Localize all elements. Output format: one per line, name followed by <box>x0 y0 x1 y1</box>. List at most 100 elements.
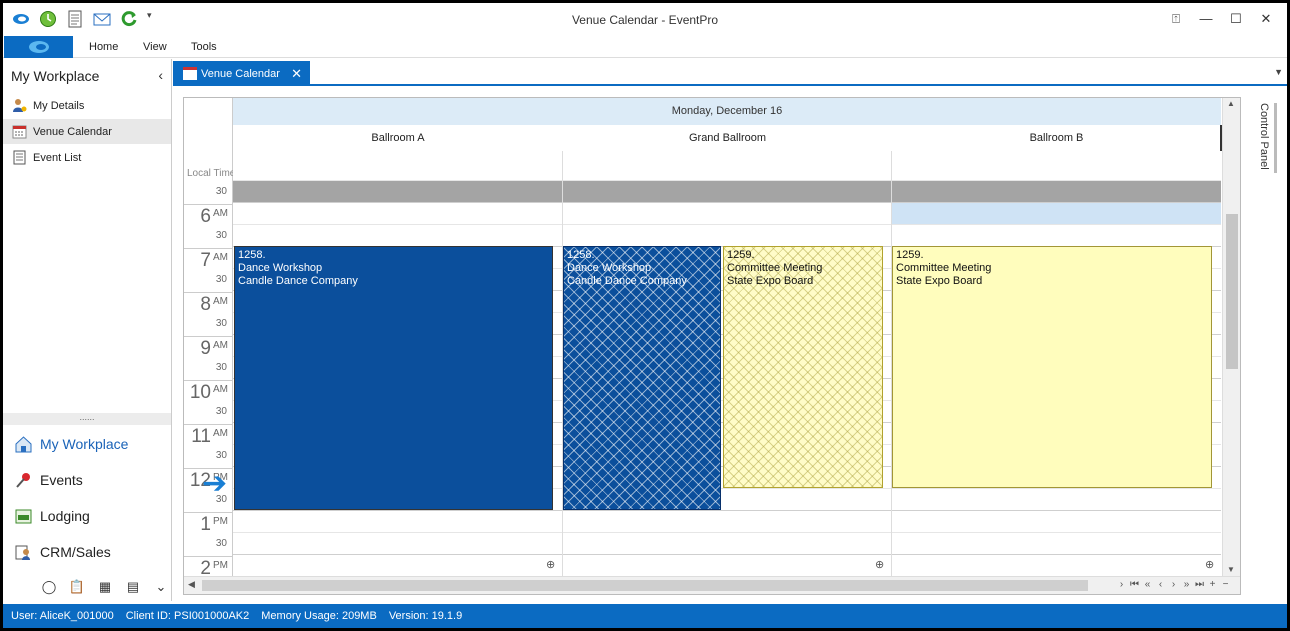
horizontal-scrollbar[interactable]: ◀ › ⏮ « ‹ › » ⏭ + − <box>184 576 1240 594</box>
selected-time-slot[interactable] <box>892 202 1221 224</box>
nav-item-my-details[interactable]: My Details <box>3 93 171 118</box>
resource-navigator: › ⏮ « ‹ › » ⏭ + − <box>1115 579 1232 590</box>
home-icon <box>15 435 32 453</box>
nav-section-label: CRM/Sales <box>40 544 111 560</box>
hour-separator <box>184 336 232 337</box>
hour-separator <box>184 424 232 425</box>
hour-separator <box>184 204 232 205</box>
scroll-right-arrow-icon[interactable]: › <box>1115 579 1128 590</box>
nav-section-my-workplace[interactable]: My Workplace <box>3 430 171 458</box>
appointment-client: Candle Dance Company <box>567 275 687 287</box>
decrease-resources-icon[interactable]: − <box>1219 579 1232 590</box>
status-client-id: Client ID: PSI001000AK2 <box>125 610 250 622</box>
scroll-down-icon[interactable]: ⊕ <box>875 558 884 571</box>
hour-separator <box>184 248 232 249</box>
next-resource-icon[interactable]: › <box>1167 579 1180 590</box>
hour-label: 9 <box>200 338 211 359</box>
close-tab-icon[interactable]: ✕ <box>291 66 302 82</box>
appointment-title: Dance Workshop <box>567 262 652 274</box>
grid-line <box>233 224 1221 225</box>
notes-icon[interactable]: ▤ <box>119 579 147 595</box>
previous-resource-icon[interactable]: ‹ <box>1154 579 1167 590</box>
hour-label: 6 <box>200 206 211 227</box>
clipboard-check-icon[interactable]: 📋 <box>63 579 91 595</box>
appointment-client: State Expo Board <box>896 275 983 287</box>
appointment-1259-grand-ballroom[interactable]: 1259. Committee Meeting State Expo Board <box>723 246 883 488</box>
navigation-pane: My Workplace ‹ My Details Venue Calendar… <box>3 59 172 601</box>
am-pm-label: AM <box>213 428 228 439</box>
status-memory: Memory Usage: 209MB <box>261 610 377 622</box>
scroll-up-arrow-icon[interactable]: ▲ <box>1227 99 1235 108</box>
status-bar: User: AliceK_001000 Client ID: PSI001000… <box>3 604 1287 628</box>
nav-section-crm-sales[interactable]: CRM/Sales <box>3 538 171 566</box>
previous-page-icon[interactable]: « <box>1141 579 1154 590</box>
close-button[interactable]: ✕ <box>1251 11 1281 27</box>
half-hour-label: 30 <box>215 318 227 329</box>
half-hour-label: 30 <box>215 538 227 549</box>
tab-tools[interactable]: Tools <box>191 41 217 53</box>
vertical-scroll-thumb[interactable] <box>1226 214 1238 369</box>
nav-item-venue-calendar[interactable]: Venue Calendar <box>3 119 171 144</box>
resource-header-ballroom-a[interactable]: Ballroom A <box>233 125 563 151</box>
resource-header-grand-ballroom[interactable]: Grand Ballroom <box>563 125 892 151</box>
am-pm-label: PM <box>213 516 228 527</box>
hour-separator <box>184 512 232 513</box>
status-user: User: AliceK_001000 <box>11 610 114 622</box>
grid-line <box>233 202 1221 203</box>
tab-home[interactable]: Home <box>89 41 118 53</box>
grid-line <box>233 180 1221 181</box>
schedule-grid[interactable]: 1258. Dance Workshop Candle Dance Compan… <box>233 151 1221 576</box>
window-controls: ⍐ — ☐ ✕ <box>1161 11 1281 27</box>
am-pm-label: AM <box>213 384 228 395</box>
vertical-scrollbar[interactable]: ▲ ▼ <box>1222 98 1240 576</box>
horizontal-scroll-thumb[interactable] <box>202 580 1088 591</box>
am-pm-label: AM <box>213 208 228 219</box>
ribbon-tabs: Home View Tools <box>3 36 1287 58</box>
chevron-down-icon[interactable]: ⌄ <box>147 579 175 595</box>
collapse-nav-icon[interactable]: ‹ <box>158 67 163 83</box>
appointment-1258-ballroom-a[interactable]: 1258. Dance Workshop Candle Dance Compan… <box>234 246 553 510</box>
nav-section-events[interactable]: Events <box>3 466 171 494</box>
tab-venue-calendar[interactable]: Venue Calendar ✕ <box>173 61 310 86</box>
application-menu-button[interactable] <box>4 36 73 58</box>
scroll-left-arrow-icon[interactable]: ◀ <box>188 579 195 590</box>
resource-header-ballroom-b[interactable]: Ballroom B <box>892 125 1221 151</box>
increase-resources-icon[interactable]: + <box>1206 579 1219 590</box>
lodging-icon <box>15 508 32 525</box>
half-hour-label: 30 <box>215 230 227 241</box>
nav-splitter[interactable]: ...... <box>3 413 171 425</box>
eventpro-app-icon <box>29 41 49 53</box>
nav-footer-toolbar: ◯ 📋 ▦ ▤ ⌄ <box>35 579 175 595</box>
grid-line <box>233 532 1221 533</box>
hour-label: 8 <box>200 294 211 315</box>
appointment-1258-grand-ballroom[interactable]: 1258. Dance Workshop Candle Dance Compan… <box>563 246 721 510</box>
control-panel-grip[interactable] <box>1274 103 1277 173</box>
scroll-down-arrow-icon[interactable]: ▼ <box>1227 565 1235 574</box>
nav-item-label: Event List <box>33 151 82 164</box>
appointment-1259-ballroom-b[interactable]: 1259. Committee Meeting State Expo Board <box>892 246 1212 488</box>
next-page-icon[interactable]: » <box>1180 579 1193 590</box>
scroll-down-icon[interactable]: ⊕ <box>1205 558 1214 571</box>
nav-section-label: Events <box>40 472 83 488</box>
nav-section-lodging[interactable]: Lodging <box>3 502 171 530</box>
nav-item-event-list[interactable]: Event List <box>3 145 171 170</box>
hour-label: 1 <box>200 514 211 535</box>
hour-label: 10 <box>189 382 211 403</box>
calendar-icon <box>12 124 27 139</box>
tab-list-dropdown-icon[interactable]: ▼ <box>1274 67 1283 77</box>
chat-icon[interactable]: ◯ <box>35 579 63 595</box>
half-hour-label: 30 <box>215 450 227 461</box>
last-resource-icon[interactable]: ⏭ <box>1193 579 1206 590</box>
first-resource-icon[interactable]: ⏮ <box>1128 579 1141 590</box>
minimize-button[interactable]: — <box>1191 11 1221 27</box>
half-hour-label: 30 <box>215 274 227 285</box>
appointment-id: 1258. <box>567 249 595 261</box>
scroll-down-icon[interactable]: ⊕ <box>546 558 555 571</box>
tab-view[interactable]: View <box>143 41 167 53</box>
half-hour-label: 30 <box>215 362 227 373</box>
calculator-icon[interactable]: ▦ <box>91 579 119 595</box>
user-icon <box>12 98 27 113</box>
control-panel-tab[interactable]: Control Panel <box>1254 103 1270 223</box>
restore-ribbon-icon[interactable]: ⍐ <box>1161 11 1191 27</box>
maximize-button[interactable]: ☐ <box>1221 11 1251 27</box>
